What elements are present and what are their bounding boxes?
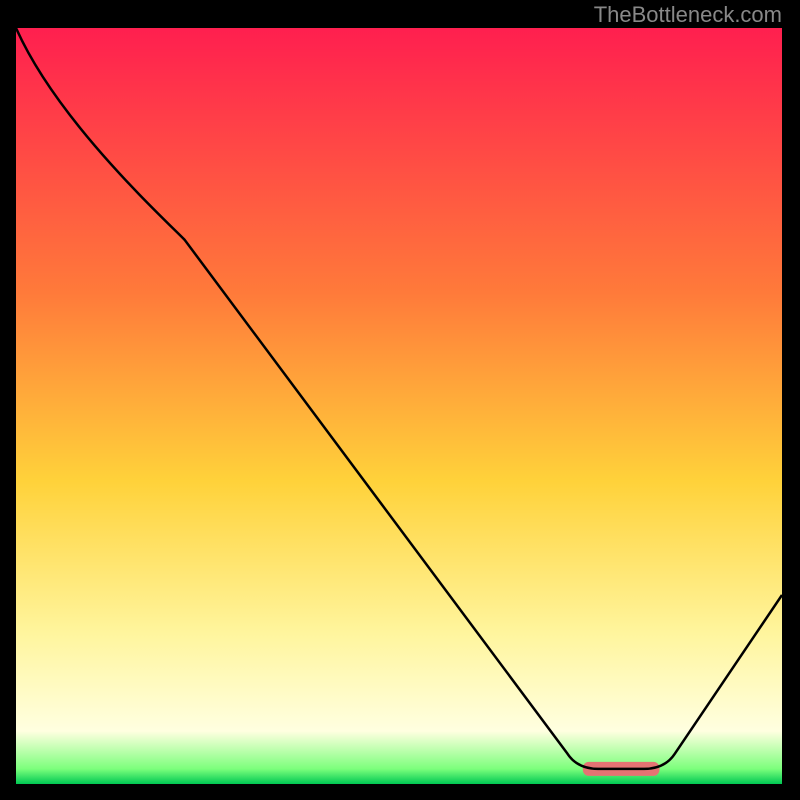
attribution-text: TheBottleneck.com [594,2,782,28]
gradient-background [16,28,782,784]
chart-plot [16,28,782,784]
chart-frame [16,28,782,784]
